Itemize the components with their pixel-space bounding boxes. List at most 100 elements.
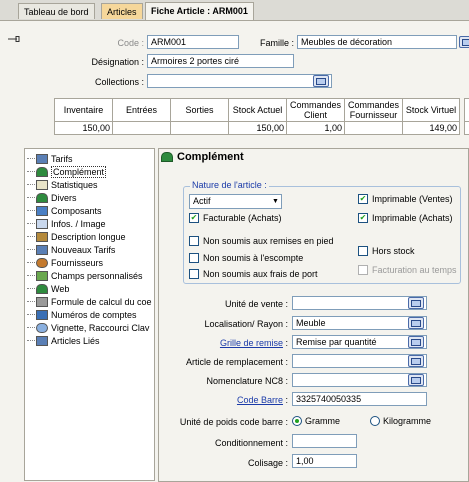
nouveaux-tarifs-icon bbox=[36, 245, 48, 255]
tree-item-numeros-comptes[interactable]: Numéros de comptes bbox=[27, 309, 137, 321]
numeros-comptes-icon bbox=[36, 310, 48, 320]
facturable-check-icon: ✔ bbox=[189, 213, 199, 223]
tree-item-vignette-raccourci[interactable]: Vignette, Raccourci Clav bbox=[27, 322, 149, 334]
article-remplacement-picker-icon[interactable] bbox=[408, 355, 424, 367]
stats-header-commandes-fournisseur: Commandes Fournisseur bbox=[344, 98, 402, 122]
localisation-label: Localisation/ Rayon : bbox=[204, 319, 288, 329]
conditionnement-label: Conditionnement : bbox=[214, 438, 288, 448]
tab-articles[interactable]: Articles bbox=[101, 3, 143, 19]
tree-item-description-longue[interactable]: Description longue bbox=[27, 231, 126, 243]
nc8-picker-icon[interactable] bbox=[408, 374, 424, 386]
unite-vente-field[interactable] bbox=[292, 296, 427, 310]
unite-vente-picker-icon[interactable] bbox=[408, 297, 424, 309]
code-label: Code : bbox=[117, 38, 144, 48]
stats-value-commandes-fournisseur bbox=[344, 122, 402, 135]
designation-field[interactable]: Armoires 2 portes ciré bbox=[147, 54, 294, 68]
stats-value-overflow bbox=[464, 122, 469, 135]
tree-item-champs-personnalises[interactable]: Champs personnalisés bbox=[27, 270, 143, 282]
colisage-field[interactable]: 1,00 bbox=[292, 454, 357, 468]
stats-value-inventaire: 150,00 bbox=[54, 122, 112, 135]
composants-icon bbox=[36, 206, 48, 216]
nc8-field[interactable] bbox=[292, 373, 427, 387]
stats-value-stock-actuel: 150,00 bbox=[228, 122, 286, 135]
nc8-label: Nomenclature NC8 : bbox=[206, 376, 288, 386]
gramme-radio-icon bbox=[292, 416, 302, 426]
nature-legend: Nature de l'article : bbox=[190, 180, 269, 190]
article-remplacement-label: Article de remplacement : bbox=[185, 357, 288, 367]
champs-personnalises-icon bbox=[36, 271, 48, 281]
tree-item-tarifs[interactable]: Tarifs bbox=[27, 153, 73, 165]
tarifs-icon bbox=[36, 154, 48, 164]
collections-picker-icon[interactable] bbox=[313, 75, 329, 87]
conditionnement-field[interactable] bbox=[292, 434, 357, 448]
famille-label: Famille : bbox=[259, 38, 294, 48]
stats-value-commandes-client: 1,00 bbox=[286, 122, 344, 135]
articles-lies-icon bbox=[36, 336, 48, 346]
stats-header-overflow bbox=[464, 98, 469, 122]
imprimable-ventes-checkbox[interactable]: ✔ Imprimable (Ventes) bbox=[358, 194, 453, 204]
tree-item-formule-calcul[interactable]: Formule de calcul du coe bbox=[27, 296, 152, 308]
fournisseurs-icon bbox=[36, 258, 48, 268]
complement-icon bbox=[36, 167, 48, 177]
stats-header-commandes-client: Commandes Client bbox=[286, 98, 344, 122]
localisation-field[interactable]: Meuble bbox=[292, 316, 427, 330]
remises-pied-checkbox[interactable]: Non soumis aux remises en pied bbox=[189, 236, 334, 246]
grille-remise-field[interactable]: Remise par quantité bbox=[292, 335, 427, 349]
tab-fiche-article[interactable]: Fiche Article : ARM001 bbox=[145, 2, 254, 20]
facturation-temps-checkbox[interactable]: Facturation au temps bbox=[358, 265, 457, 275]
imprimable-ventes-check-icon: ✔ bbox=[358, 194, 368, 204]
kilogramme-radio[interactable]: Kilogramme bbox=[370, 416, 431, 426]
escompte-checkbox[interactable]: Non soumis à l'escompte bbox=[189, 253, 303, 263]
code-barre-label[interactable]: Code Barre : bbox=[170, 395, 288, 405]
panel-title: Complément bbox=[177, 151, 244, 163]
stats-header-sorties: Sorties bbox=[170, 98, 228, 122]
imprimable-achats-checkbox[interactable]: ✔ Imprimable (Achats) bbox=[358, 213, 453, 223]
code-barre-field[interactable]: 3325740050335 bbox=[292, 392, 427, 406]
nature-select[interactable]: Actif bbox=[189, 194, 282, 209]
stats-header-inventaire: Inventaire bbox=[54, 98, 112, 122]
collections-field[interactable] bbox=[147, 74, 332, 88]
facturable-checkbox[interactable]: ✔ Facturable (Achats) bbox=[189, 213, 282, 223]
tree-item-divers[interactable]: Divers bbox=[27, 192, 77, 204]
gramme-radio[interactable]: Gramme bbox=[292, 416, 340, 426]
stats-header-stock-actuel: Stock Actuel bbox=[228, 98, 286, 122]
stats-header-stock-virtuel: Stock Virtuel bbox=[402, 98, 460, 122]
code-field[interactable]: ARM001 bbox=[147, 35, 239, 49]
localisation-picker-icon[interactable] bbox=[408, 317, 424, 329]
stock-stats-table: Inventaire Entrées Sorties Stock Actuel … bbox=[54, 98, 469, 136]
tree-item-web[interactable]: Web bbox=[27, 283, 69, 295]
tree-item-articles-lies[interactable]: Articles Liés bbox=[27, 335, 100, 347]
article-remplacement-field[interactable] bbox=[292, 354, 427, 368]
designation-label: Désignation : bbox=[91, 57, 144, 67]
tree-item-infos-image[interactable]: Infos. / Image bbox=[27, 218, 106, 230]
kilogramme-radio-icon bbox=[370, 416, 380, 426]
stats-header-entrees: Entrées bbox=[112, 98, 170, 122]
pin-icon[interactable] bbox=[8, 36, 20, 42]
tree-item-fournisseurs[interactable]: Fournisseurs bbox=[27, 257, 103, 269]
tree-item-composants[interactable]: Composants bbox=[27, 205, 102, 217]
tab-tableau-de-bord[interactable]: Tableau de bord bbox=[18, 3, 95, 19]
infos-image-icon bbox=[36, 219, 48, 229]
famille-field[interactable]: Meubles de décoration bbox=[297, 35, 457, 49]
imprimable-achats-check-icon: ✔ bbox=[358, 213, 368, 223]
chevron-down-icon[interactable]: ▼ bbox=[270, 195, 281, 208]
description-longue-icon bbox=[36, 232, 48, 242]
collections-label: Collections : bbox=[94, 77, 144, 87]
tree-item-nouveaux-tarifs[interactable]: Nouveaux Tarifs bbox=[27, 244, 115, 256]
grille-remise-label[interactable]: Grille de remise : bbox=[170, 338, 288, 348]
nature-select-value: Actif bbox=[193, 196, 211, 206]
famille-picker-icon[interactable] bbox=[459, 36, 469, 48]
frais-port-checkbox[interactable]: Non soumis aux frais de port bbox=[189, 269, 318, 279]
hors-stock-checkbox[interactable]: Hors stock bbox=[358, 246, 415, 256]
unite-vente-label: Unité de vente : bbox=[224, 299, 288, 309]
poids-code-barre-label: Unité de poids code barre : bbox=[179, 417, 288, 427]
tree-item-complement[interactable]: Complément bbox=[27, 166, 107, 178]
colisage-label: Colisage : bbox=[247, 458, 288, 468]
grille-remise-picker-icon[interactable] bbox=[408, 336, 424, 348]
statistiques-icon bbox=[36, 180, 48, 190]
stats-value-sorties bbox=[170, 122, 228, 135]
tree-item-statistiques[interactable]: Statistiques bbox=[27, 179, 98, 191]
stats-value-entrees bbox=[112, 122, 170, 135]
stats-value-stock-virtuel: 149,00 bbox=[402, 122, 460, 135]
web-icon bbox=[36, 284, 48, 294]
